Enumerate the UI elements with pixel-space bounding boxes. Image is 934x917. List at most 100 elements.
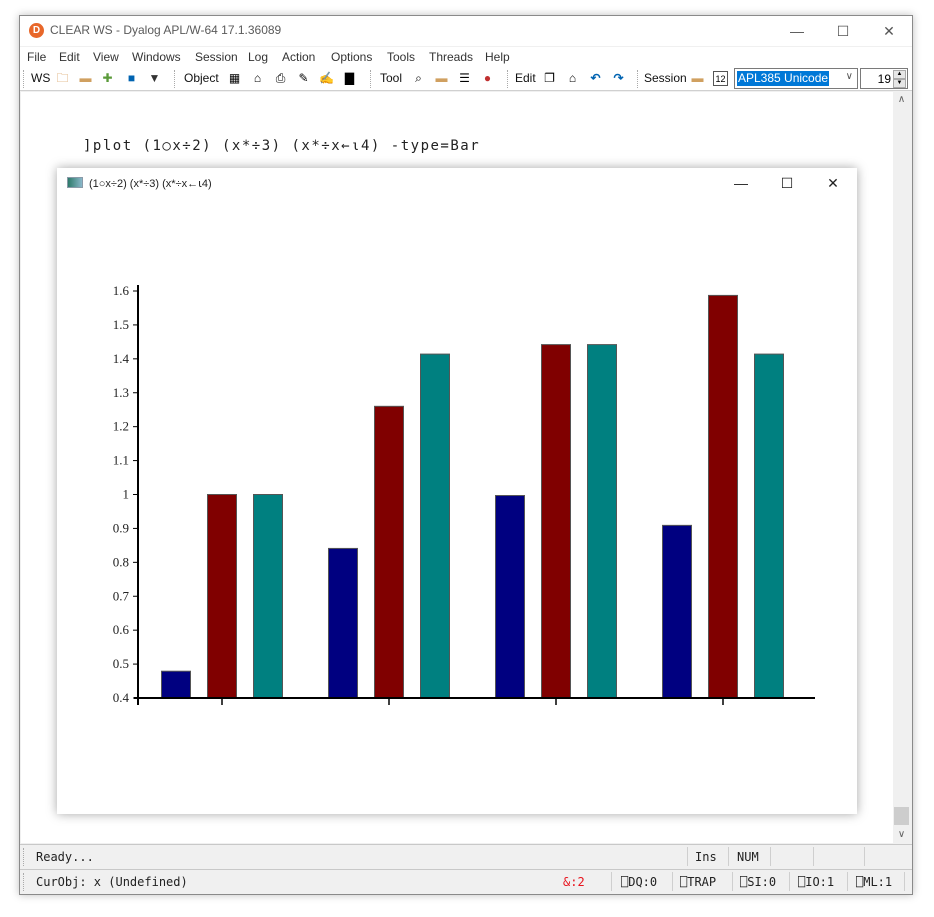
window-title: CLEAR WS - Dyalog APL/W-64 17.1.36089 [50,23,282,37]
menu-action[interactable]: Action [282,50,315,64]
plot-window: (1○x÷2) (x*÷3) (x*÷x←⍳4) — ☐ ✕ 0.4 0.5 0.6… [57,168,857,814]
menu-log[interactable]: Log [248,50,268,64]
divider [672,872,673,891]
y-tick-label: 1.5 [113,317,129,332]
save-icon[interactable]: ■ [124,71,139,86]
edit-object-icon[interactable]: ✎ [296,71,311,86]
bar-2-3 [541,344,571,699]
vertical-scrollbar[interactable]: ∧ ∨ [893,92,910,843]
io-indicator: ⎕IO:1 [798,875,835,889]
toolbar-grip[interactable] [370,70,372,88]
edit-label: Edit [515,71,536,85]
print-icon[interactable]: ⎙ [273,71,288,86]
trap-indicator: ⎕TRAP [680,875,717,889]
y-tick-label: 0.8 [113,554,129,569]
font-size-value: 19 [877,72,891,86]
find-objects-icon[interactable]: ▬ [434,71,449,86]
bar-3-1 [253,494,283,699]
status-bar-secondary: CurObj: x (Undefined) &:2 ⎕DQ:0 ⎕TRAP ⎕S… [20,869,912,893]
chart-icon[interactable]: ▇ [342,71,357,86]
status-message: Ready... [36,850,94,864]
menu-help[interactable]: Help [485,50,510,64]
y-tick-label: 1.6 [113,283,130,298]
paste-icon[interactable]: ⌂ [565,71,580,86]
scroll-down-icon[interactable]: ∨ [893,827,910,843]
toolbar: WS 🗀 ▬ ✚ ■ ▼ Object ▦ ⌂ ⎙ ✎ ✍ ▇ Tool ⌕ ▬… [20,67,912,91]
divider [813,847,814,866]
split-icon[interactable]: 12 [713,71,728,86]
y-tick-label: 1 [123,487,130,502]
scroll-thumb[interactable] [894,807,909,825]
session-label: Session [644,71,687,85]
menu-view[interactable]: View [93,50,119,64]
grid-icon[interactable]: ▦ [227,71,242,86]
toolbar-grip[interactable] [507,70,509,88]
menu-threads[interactable]: Threads [429,50,473,64]
menu-windows[interactable]: Windows [132,50,181,64]
session-command-line[interactable]: ]plot (1○x÷2) (x*÷3) (x*÷x←⍳4) -type=Bar [83,138,480,154]
toolbar-grip[interactable] [637,70,639,88]
bar-1-1 [161,670,191,699]
list-icon[interactable]: ☰ [457,71,472,86]
y-tick-label: 0.9 [113,520,129,535]
undo-icon[interactable]: ↶ [588,71,603,86]
threads-count: &:2 [563,875,585,889]
bar-2-1 [207,494,237,699]
font-size-stepper[interactable]: 19 ▲ ▼ [860,68,908,89]
current-object: CurObj: x (Undefined) [36,875,188,889]
scroll-up-icon[interactable]: ∧ [893,92,910,108]
y-tick-label: 0.4 [113,690,130,705]
title-bar: D CLEAR WS - Dyalog APL/W-64 17.1.36089 … [20,16,912,46]
bar-3-3 [587,344,617,699]
si-indicator: ⎕SI:0 [740,875,777,889]
filter-icon[interactable]: ▼ [147,71,162,86]
divider [904,872,905,891]
bar-1-3 [495,495,525,699]
maximize-button[interactable]: ☐ [820,16,866,46]
menu-file[interactable]: File [27,50,46,64]
bar-chart: 0.4 0.5 0.6 0.7 0.8 0.9 1 1.1 1.2 1.3 1.4 1.5 1.6 [113,283,815,705]
clear-ws-icon[interactable]: 🗀 [55,71,70,86]
font-select[interactable]: APL385 Unicode ∨ [734,68,858,89]
redo-icon[interactable]: ↷ [611,71,626,86]
y-tick-label: 1.2 [113,419,129,434]
edit-text-icon[interactable]: ✍ [319,71,334,86]
menu-bar: File Edit View Windows Session Log Actio… [20,47,912,67]
increment-icon[interactable]: ▲ [893,70,906,79]
menu-session[interactable]: Session [195,50,238,64]
toolbar-grip[interactable] [174,70,176,88]
divider [687,847,688,866]
y-tick-label: 0.5 [113,656,129,671]
copy-icon[interactable]: ❐ [542,71,557,86]
open-ws-icon[interactable]: ▬ [78,71,93,86]
y-tick-label: 1.4 [113,351,130,366]
bar-1-4 [662,524,692,699]
open-session-icon[interactable]: ▬ [690,71,705,86]
object-label: Object [184,71,219,85]
divider [732,872,733,891]
font-select-value: APL385 Unicode [737,71,830,86]
menu-tools[interactable]: Tools [387,50,415,64]
menu-options[interactable]: Options [331,50,372,64]
status-bar-primary: Ready... Ins NUM [20,844,912,868]
decrement-icon[interactable]: ▼ [893,79,906,88]
close-button[interactable]: ✕ [866,16,912,46]
divider [864,847,865,866]
y-tick-label: 1.1 [113,453,129,468]
building-icon[interactable]: ⌂ [250,71,265,86]
y-tick-label: 0.6 [113,622,130,637]
bar-3-2 [420,353,450,699]
toolbar-grip[interactable] [23,70,25,88]
num-indicator: NUM [737,850,759,864]
bar-2-2 [374,405,404,699]
clear-threads-icon[interactable]: ● [480,71,495,86]
bar-1-2 [328,547,358,699]
menu-edit[interactable]: Edit [59,50,80,64]
copy-ws-icon[interactable]: ✚ [100,71,115,86]
dyalog-logo-icon: D [29,23,44,38]
tool-label: Tool [380,71,403,85]
minimize-button[interactable]: — [774,16,820,46]
dq-indicator: ⎕DQ:0 [621,875,658,889]
bar-2-4 [708,294,738,699]
search-icon[interactable]: ⌕ [411,71,426,86]
